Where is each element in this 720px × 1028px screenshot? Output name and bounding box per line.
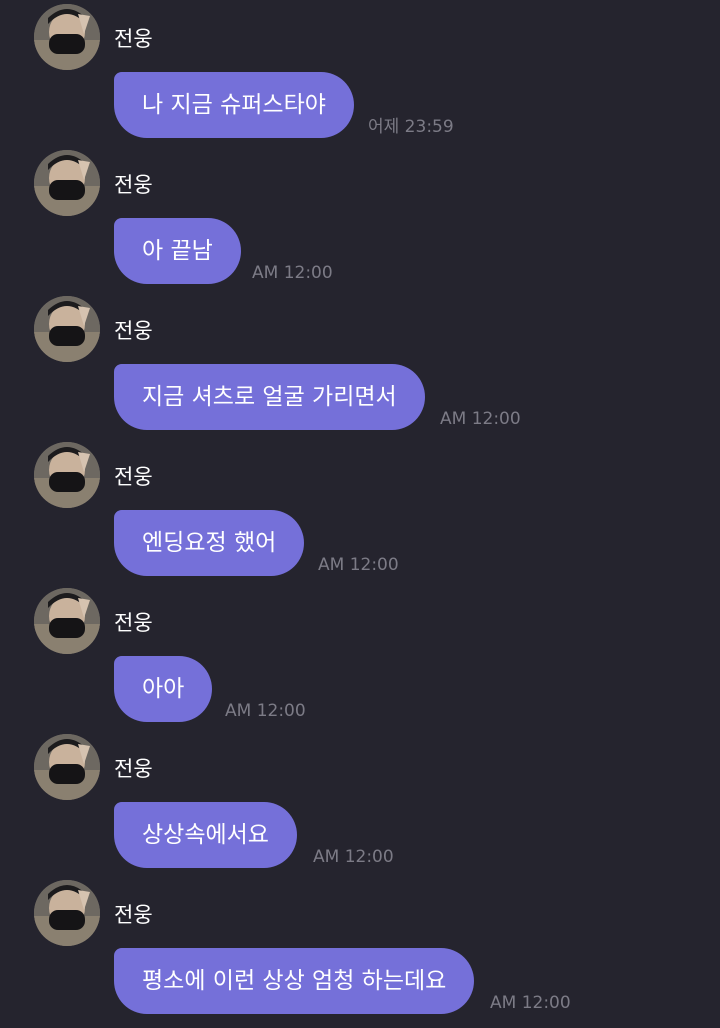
message-item: 전웅 지금 셔츠로 얼굴 가리면서 AM 12:00 [0,296,720,442]
message-time: AM 12:00 [252,263,333,283]
avatar-photo-icon [34,150,100,216]
message-time: AM 12:00 [490,993,571,1013]
chat-log: 전웅 나 지금 슈퍼스타야 어제 23:59 전웅 아 끝남 AM 12:00 [0,0,720,1028]
message-bubble[interactable]: 상상속에서요 [114,802,297,868]
sender-name: 전웅 [114,319,153,343]
message-time: AM 12:00 [313,847,394,867]
avatar[interactable] [34,4,100,70]
message-time: AM 12:00 [225,701,306,721]
sender-name: 전웅 [114,611,153,635]
avatar-photo-icon [34,296,100,362]
message-time: AM 12:00 [318,555,399,575]
avatar[interactable] [34,880,100,946]
message-bubble[interactable]: 아 끝남 [114,218,241,284]
avatar-photo-icon [34,734,100,800]
message-item: 전웅 엔딩요정 했어 AM 12:00 [0,442,720,588]
message-item: 전웅 평소에 이런 상상 엄청 하는데요 AM 12:00 [0,880,720,1026]
message-bubble[interactable]: 나 지금 슈퍼스타야 [114,72,354,138]
avatar-photo-icon [34,442,100,508]
sender-name: 전웅 [114,903,153,927]
message-bubble[interactable]: 지금 셔츠로 얼굴 가리면서 [114,364,425,430]
sender-name: 전웅 [114,465,153,489]
message-bubble[interactable]: 평소에 이런 상상 엄청 하는데요 [114,948,475,1014]
message-bubble[interactable]: 엔딩요정 했어 [114,510,305,576]
avatar-photo-icon [34,880,100,946]
message-item: 전웅 아아 AM 12:00 [0,588,720,734]
message-time: 어제 23:59 [368,117,454,137]
message-time: AM 12:00 [440,409,521,429]
message-item: 전웅 아 끝남 AM 12:00 [0,150,720,296]
sender-name: 전웅 [114,27,153,51]
avatar-photo-icon [34,588,100,654]
sender-name: 전웅 [114,173,153,197]
message-item: 전웅 상상속에서요 AM 12:00 [0,734,720,880]
message-item: 전웅 나 지금 슈퍼스타야 어제 23:59 [0,4,720,150]
sender-name: 전웅 [114,757,153,781]
message-bubble[interactable]: 아아 [114,656,213,722]
avatar[interactable] [34,296,100,362]
avatar[interactable] [34,150,100,216]
avatar[interactable] [34,734,100,800]
avatar[interactable] [34,442,100,508]
avatar-photo-icon [34,4,100,70]
avatar[interactable] [34,588,100,654]
